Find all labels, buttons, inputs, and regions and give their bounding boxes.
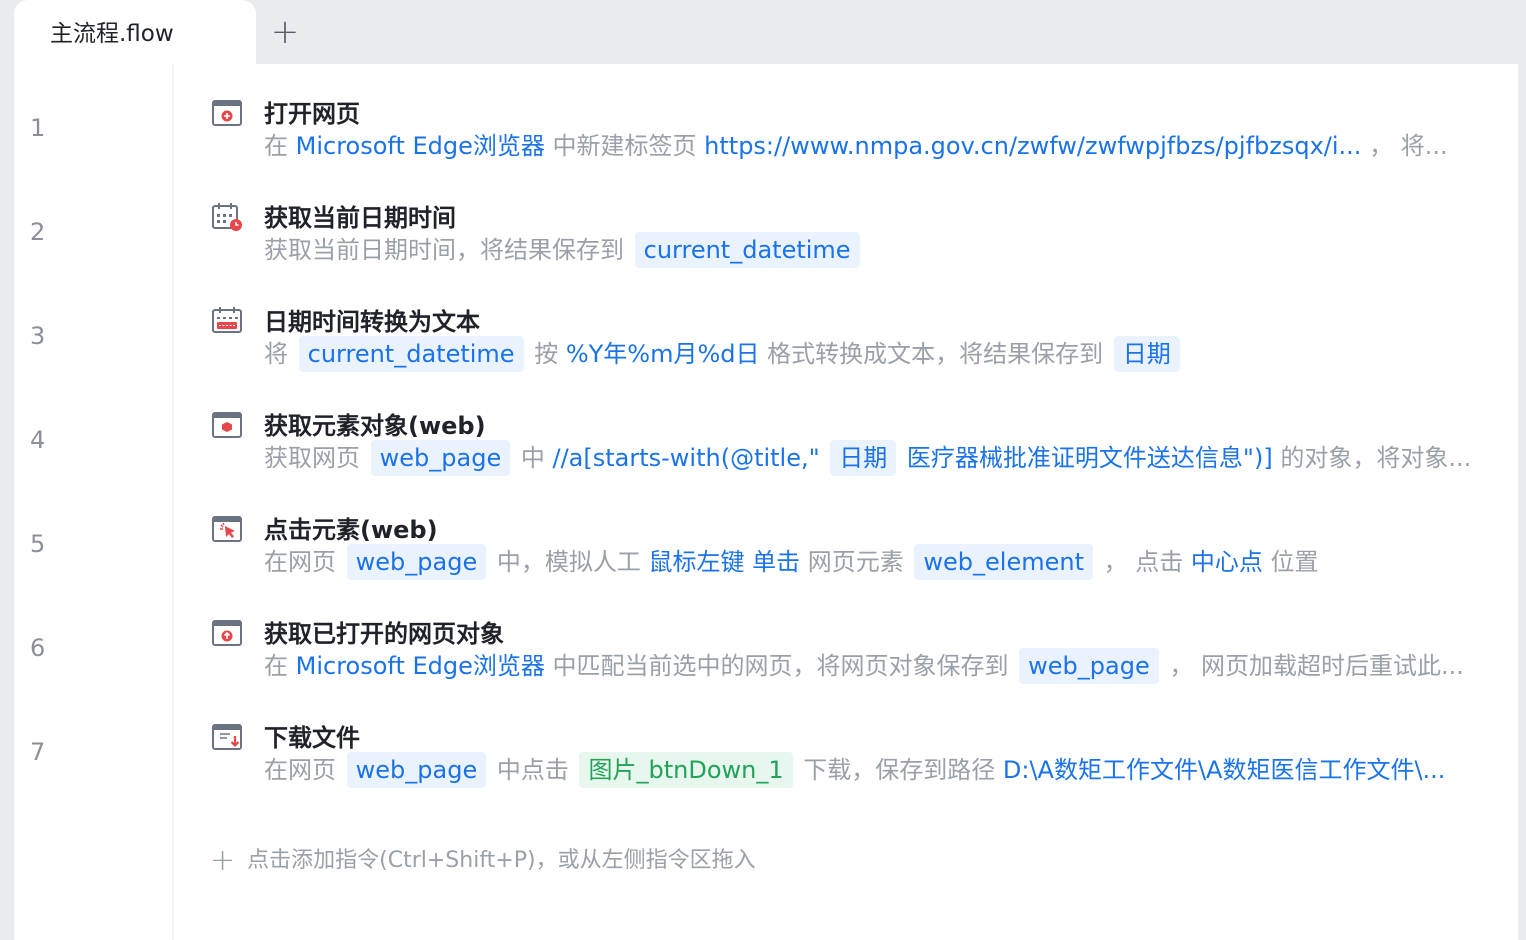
- step-description: 在网页 web_page 中点击 图片_btnDown_1 下载，保存到路径 D…: [264, 752, 1445, 788]
- step-description: 获取当前日期时间，将结果保存到 current_datetime: [264, 232, 863, 268]
- step-description: 获取网页 web_page 中 //a[starts-with(@title,"…: [264, 440, 1471, 476]
- step-title: 下载文件: [264, 724, 360, 752]
- param-value[interactable]: Microsoft Edge浏览器: [296, 648, 545, 684]
- flow-step[interactable]: 日期时间转换为文本将 current_datetime 按 %Y年%m月%d日 …: [210, 304, 1500, 404]
- desc-text: 中，模拟人工: [489, 548, 649, 576]
- step-title: 获取已打开的网页对象: [264, 620, 504, 648]
- line-number: 7: [30, 738, 46, 766]
- desc-text: 将: [264, 340, 296, 368]
- variable-chip[interactable]: web_page: [1019, 648, 1159, 684]
- add-tab-button[interactable]: +: [262, 12, 308, 52]
- desc-text: 在: [264, 652, 296, 680]
- desc-text: ， 点击: [1095, 548, 1191, 576]
- step-title: 点击元素(web): [264, 516, 438, 544]
- desc-text: ， 网页加载超时后重试此...: [1161, 652, 1464, 680]
- step-title: 日期时间转换为文本: [264, 308, 480, 336]
- line-number: 1: [30, 114, 46, 142]
- desc-text: 中匹配当前选中的网页，将网页对象保存到: [544, 652, 1017, 680]
- desc-text: 中新建标签页: [544, 132, 705, 160]
- click-element-icon: [210, 512, 244, 546]
- line-number: 4: [30, 426, 46, 454]
- variable-chip[interactable]: 日期: [1113, 336, 1180, 372]
- step-description: 在 Microsoft Edge浏览器 中新建标签页 https://www.n…: [264, 128, 1448, 164]
- flow-step[interactable]: 点击元素(web) 在网页 web_page 中，模拟人工 鼠标左键 单击 网页元…: [210, 512, 1500, 612]
- param-value[interactable]: //a[starts-with(@title,": [552, 440, 827, 476]
- desc-text: 按: [526, 340, 566, 368]
- step-title: 打开网页: [264, 100, 360, 128]
- calendar-clock-icon: [210, 200, 244, 234]
- step-title: 获取当前日期时间: [264, 204, 456, 232]
- desc-text: ， 将...: [1361, 132, 1448, 160]
- desc-text: 在网页: [264, 756, 344, 784]
- desc-text: 网页元素: [800, 548, 912, 576]
- variable-chip[interactable]: current_datetime: [298, 336, 524, 372]
- line-number-gutter: [14, 64, 174, 940]
- tab-bar: 主流程.flow +: [14, 0, 1518, 64]
- param-value[interactable]: 医疗器械批准证明文件送达信息")]: [899, 440, 1273, 476]
- desc-text: 在网页: [264, 548, 344, 576]
- desc-text: 在: [264, 132, 296, 160]
- line-number: 3: [30, 322, 46, 350]
- param-value[interactable]: 单击: [752, 544, 800, 580]
- plus-icon: +: [210, 843, 236, 878]
- param-value[interactable]: %Y年%m月%d日: [566, 336, 760, 372]
- variable-chip[interactable]: web_page: [370, 440, 511, 476]
- variable-chip[interactable]: 日期: [830, 440, 897, 476]
- plus-icon: +: [270, 12, 300, 52]
- desc-text: 获取当前日期时间，将结果保存到: [264, 236, 632, 264]
- desc-text: 中点击: [489, 756, 577, 784]
- line-number: 6: [30, 634, 46, 662]
- desc-text: 下载，保存到路径: [795, 756, 1003, 784]
- desc-text: 的对象，将对象...: [1272, 444, 1472, 472]
- variable-chip[interactable]: 图片_btnDown_1: [579, 752, 793, 788]
- step-description: 在网页 web_page 中，模拟人工 鼠标左键 单击 网页元素 web_ele…: [264, 544, 1319, 580]
- add-instruction-label: 点击添加指令(Ctrl+Shift+P)，或从左侧指令区拖入: [247, 848, 756, 873]
- param-value[interactable]: Microsoft Edge浏览器: [296, 128, 545, 164]
- flow-step[interactable]: 获取已打开的网页对象在 Microsoft Edge浏览器 中匹配当前选中的网页…: [210, 616, 1500, 716]
- flow-editor-window: 主流程.flow + 1234567 打开网页在 Microsoft Edge浏…: [14, 0, 1518, 940]
- desc-text: 位置: [1262, 548, 1319, 576]
- tab-main-flow[interactable]: 主流程.flow: [14, 0, 256, 64]
- desc-text: 获取网页: [264, 444, 368, 472]
- get-opened-webpage-icon: [210, 616, 244, 650]
- param-value[interactable]: D:\A数矩工作文件\A数矩医信工作文件\...: [1003, 752, 1446, 788]
- add-instruction-row[interactable]: + 点击添加指令(Ctrl+Shift+P)，或从左侧指令区拖入: [210, 842, 756, 878]
- line-number: 5: [30, 530, 46, 558]
- desc-text: 格式转换成文本，将结果保存到: [759, 340, 1111, 368]
- param-value[interactable]: 中心点: [1191, 544, 1263, 580]
- tab-label: 主流程.flow: [50, 21, 174, 47]
- variable-chip[interactable]: web_element: [914, 544, 1093, 580]
- desc-text: [744, 544, 752, 580]
- web-element-icon: [210, 408, 244, 442]
- variable-chip[interactable]: current_datetime: [634, 232, 860, 268]
- line-number: 2: [30, 218, 46, 246]
- param-value[interactable]: 鼠标左键: [648, 544, 744, 580]
- flow-step[interactable]: 打开网页在 Microsoft Edge浏览器 中新建标签页 https://w…: [210, 96, 1500, 196]
- download-file-icon: [210, 720, 244, 754]
- open-webpage-icon: [210, 96, 244, 130]
- desc-text: 中: [513, 444, 553, 472]
- param-value[interactable]: https://www.nmpa.gov.cn/zwfw/zwfwpjfbzs/…: [704, 128, 1361, 164]
- step-description: 在 Microsoft Edge浏览器 中匹配当前选中的网页，将网页对象保存到 …: [264, 648, 1464, 684]
- calendar-text-icon: [210, 304, 244, 338]
- flow-step[interactable]: 获取元素对象(web) 获取网页 web_page 中 //a[starts-wi…: [210, 408, 1500, 508]
- variable-chip[interactable]: web_page: [346, 544, 487, 580]
- flow-step[interactable]: 下载文件 在网页 web_page 中点击 图片_btnDown_1 下载，保存到…: [210, 720, 1500, 820]
- step-title: 获取元素对象(web): [264, 412, 486, 440]
- step-description: 将 current_datetime 按 %Y年%m月%d日 格式转换成文本，将…: [264, 336, 1183, 372]
- variable-chip[interactable]: web_page: [346, 752, 487, 788]
- flow-step[interactable]: 获取当前日期时间 获取当前日期时间，将结果保存到 current_datetime: [210, 200, 1500, 300]
